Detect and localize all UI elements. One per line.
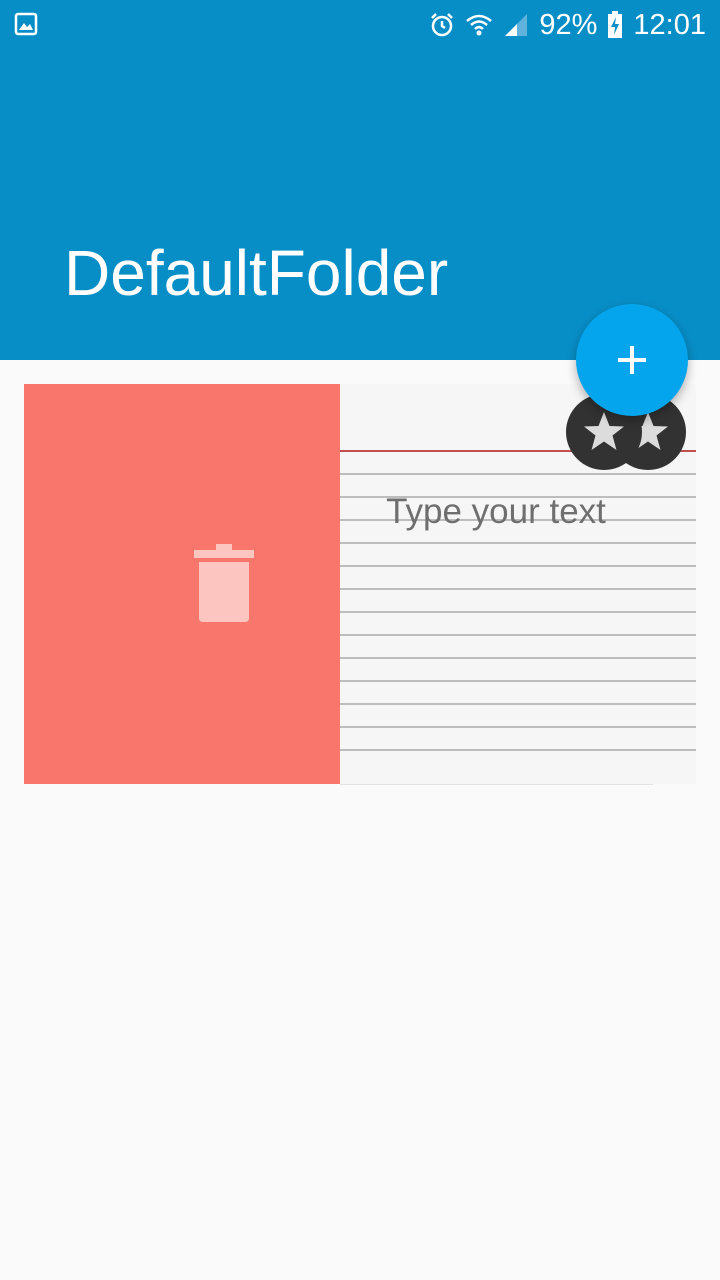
plus-icon — [618, 346, 646, 374]
page-title: DefaultFolder — [64, 237, 449, 309]
clock: 12:01 — [633, 8, 706, 41]
status-bar: 92% 12:01 — [0, 0, 720, 50]
swipe-delete-action[interactable] — [24, 384, 340, 784]
battery-percent: 92% — [539, 8, 598, 41]
alarm-icon — [431, 13, 454, 37]
gallery-icon — [14, 12, 38, 36]
signal-icon — [505, 14, 528, 36]
add-note-button[interactable] — [576, 304, 688, 416]
note-placeholder-text[interactable]: Type your text — [340, 490, 652, 534]
trash-icon — [194, 544, 254, 622]
wifi-icon — [466, 14, 493, 36]
battery-charging-icon — [608, 11, 623, 38]
